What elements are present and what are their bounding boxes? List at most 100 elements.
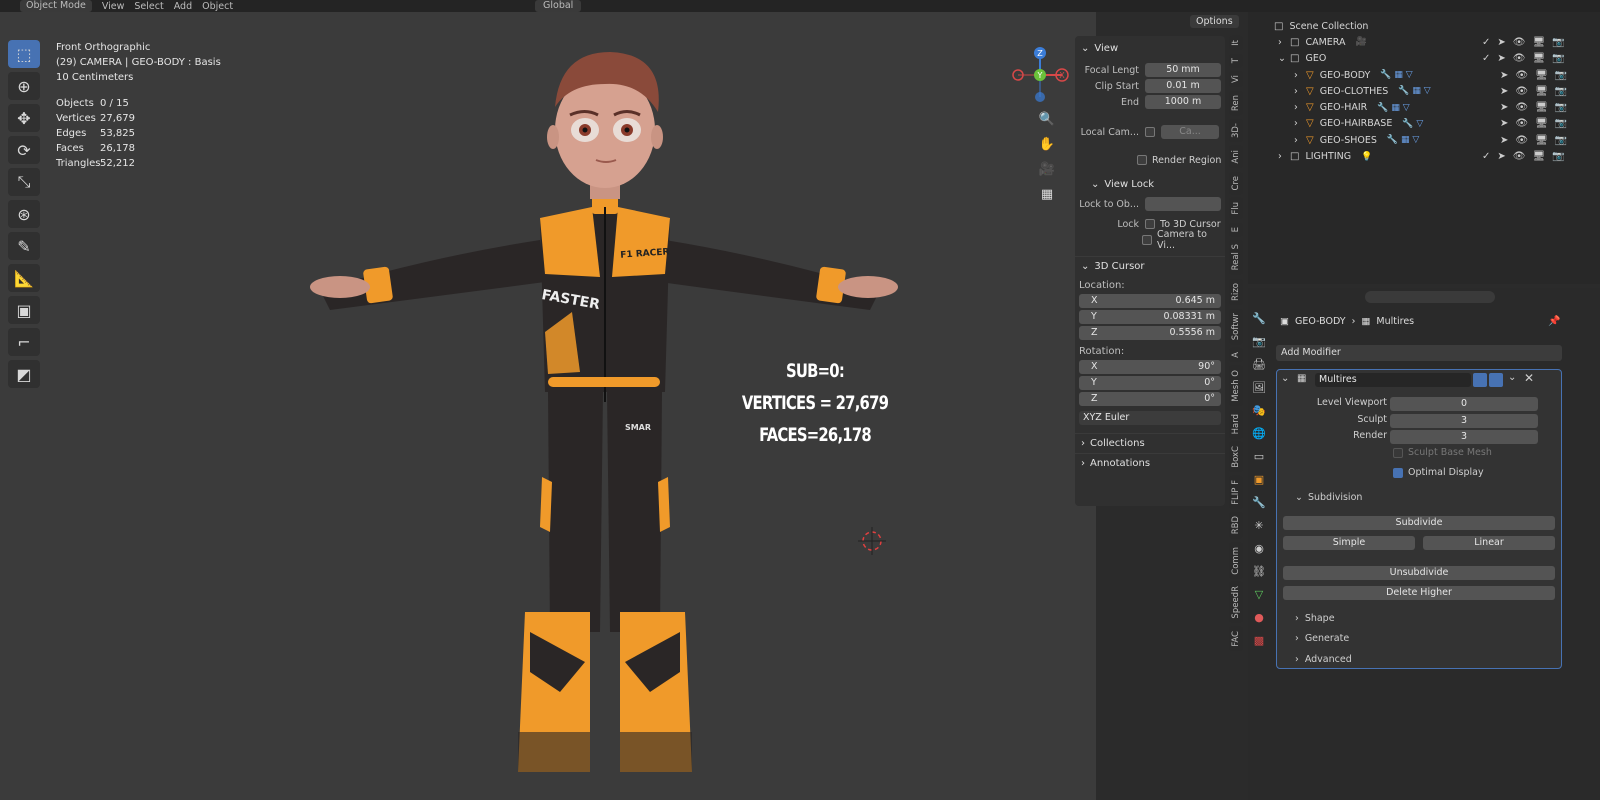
modifier-icons[interactable]: 🔧 ▦ ▽ [1377, 103, 1409, 113]
optimal-display-checkbox[interactable] [1393, 467, 1403, 478]
view-section-header[interactable]: ⌄ View [1075, 38, 1225, 58]
to-3d-cursor-checkbox[interactable] [1145, 219, 1155, 229]
eye-icon[interactable]: 👁 [1513, 151, 1526, 162]
cursor-rotation-y[interactable]: Y 0° [1079, 376, 1221, 390]
sculpt-base-mesh-checkbox[interactable] [1393, 447, 1403, 458]
sculpt-field[interactable]: 3 [1390, 414, 1538, 428]
render-toggle-icon[interactable]: 📷 [1555, 118, 1567, 129]
cursor-rotation-x[interactable]: X 90° [1079, 360, 1221, 374]
subdivide-button[interactable]: Subdivide [1283, 516, 1555, 530]
3d-viewport[interactable]: F1 RACER FASTER SMAR [0, 12, 1096, 800]
select-toggle-icon[interactable]: ➤ [1500, 102, 1508, 113]
constraints-tab-icon[interactable]: ⛓ [1252, 565, 1266, 581]
render-toggle-icon[interactable]: 📷 [1555, 86, 1567, 97]
cursor-location-z[interactable]: Z 0.5556 m [1079, 326, 1221, 340]
scene-tab-icon[interactable]: 🎭 [1252, 404, 1266, 420]
cursor-rotation-z[interactable]: Z 0° [1079, 392, 1221, 406]
object-tab-icon[interactable]: ▣ [1254, 473, 1264, 489]
clip-end-field[interactable]: 1000 m [1145, 95, 1221, 109]
select-box-icon[interactable]: ⬚ [8, 40, 40, 68]
expand-arrow-icon[interactable]: › [1278, 37, 1290, 48]
measure-icon[interactable]: 📐 [8, 264, 40, 292]
pan-hand-icon[interactable]: ✋ [1036, 133, 1058, 155]
cursor-location-y[interactable]: Y 0.08331 m [1079, 310, 1221, 324]
outliner-row[interactable]: › ▽ GEO-HAIRBASE 🔧 ▽ ➤ 👁 🖥 📷 [1248, 116, 1600, 132]
advanced-section-header[interactable]: › Advanced [1295, 654, 1352, 665]
collection-tab-icon[interactable]: ▭ [1254, 450, 1264, 466]
modifier-icons[interactable]: 🎥 [1356, 37, 1367, 47]
add-modifier-button[interactable]: Add Modifier [1276, 345, 1562, 361]
select-toggle-icon[interactable]: ➤ [1500, 86, 1508, 97]
menu-add[interactable]: Add [174, 1, 192, 12]
sidebar-tab[interactable]: Hard [1229, 409, 1243, 438]
modifier-icons[interactable]: 💡 [1361, 152, 1372, 162]
eye-icon[interactable]: 👁 [1515, 135, 1528, 146]
expand-arrow-icon[interactable]: › [1294, 70, 1306, 81]
pin-icon[interactable]: 📌 [1548, 316, 1560, 327]
render-levels-field[interactable]: 3 [1390, 430, 1538, 444]
outliner-label[interactable]: GEO-HAIRBASE [1320, 118, 1393, 129]
eye-icon[interactable]: 👁 [1515, 118, 1528, 129]
chevron-down-icon[interactable]: ⌄ [1281, 373, 1289, 384]
eye-icon[interactable]: 👁 [1515, 86, 1528, 97]
sidebar-tab[interactable]: Flu [1229, 198, 1243, 219]
expand-arrow-icon[interactable]: › [1294, 135, 1306, 146]
outliner-row[interactable]: › □ CAMERA 🎥 ✓ ➤ 👁 🖥 📷 [1248, 34, 1600, 50]
scale-icon[interactable]: ⤡ [8, 168, 40, 196]
outliner-row[interactable]: › ▽ GEO-CLOTHES 🔧 ▦ ▽ ➤ 👁 🖥 📷 [1248, 83, 1600, 99]
menu-object[interactable]: Object [202, 1, 233, 12]
delete-higher-button[interactable]: Delete Higher [1283, 586, 1555, 600]
cursor-tool-icon[interactable]: ⊕ [8, 72, 40, 100]
outliner-label[interactable]: GEO [1305, 53, 1326, 64]
sidebar-tab[interactable]: Mesh O [1229, 365, 1243, 406]
viewport-toggle-icon[interactable]: 🖥 [1535, 70, 1548, 81]
viewport-toggle-icon[interactable]: 🖥 [1532, 53, 1545, 64]
sculpt-base-mesh-option[interactable]: Sculpt Base Mesh [1393, 447, 1492, 458]
outliner-row[interactable]: ⌄ □ GEO ✓ ➤ 👁 🖥 📷 [1248, 51, 1600, 67]
exclude-checkbox-icon[interactable]: ✓ [1482, 53, 1490, 64]
cursor-location-x[interactable]: X 0.645 m [1079, 294, 1221, 308]
particles-tab-icon[interactable]: ✳ [1254, 519, 1263, 535]
zoom-icon[interactable]: 🔍 [1036, 108, 1058, 130]
focal-length-field[interactable]: 50 mm [1145, 63, 1221, 77]
breadcrumb-modifier[interactable]: Multires [1376, 316, 1414, 327]
select-toggle-icon[interactable]: ➤ [1500, 118, 1508, 129]
outliner-label[interactable]: LIGHTING [1305, 151, 1351, 162]
show-render-icon[interactable] [1489, 373, 1503, 387]
menu-view[interactable]: View [102, 1, 125, 12]
shape-section-header[interactable]: › Shape [1295, 613, 1335, 624]
sidebar-tab[interactable]: Real S [1229, 240, 1243, 275]
select-toggle-icon[interactable]: ➤ [1497, 151, 1505, 162]
exclude-checkbox-icon[interactable]: ✓ [1482, 151, 1490, 162]
local-camera-checkbox[interactable] [1145, 127, 1155, 137]
rotation-mode-dropdown[interactable]: XYZ Euler [1079, 411, 1221, 425]
eye-icon[interactable]: 👁 [1513, 37, 1526, 48]
material-tab-icon[interactable]: ● [1254, 611, 1264, 627]
optimal-display-option[interactable]: Optimal Display [1393, 467, 1484, 478]
clip-start-field[interactable]: 0.01 m [1145, 79, 1221, 93]
select-toggle-icon[interactable]: ➤ [1500, 70, 1508, 81]
modifier-icons[interactable]: 🔧 ▽ [1402, 119, 1423, 129]
outliner-row[interactable]: › ▽ GEO-HAIR 🔧 ▦ ▽ ➤ 👁 🖥 📷 [1248, 99, 1600, 115]
sidebar-tab[interactable]: It [1229, 36, 1243, 50]
modifier-icons[interactable]: 🔧 ▦ ▽ [1398, 86, 1430, 96]
move-icon[interactable]: ✥ [8, 104, 40, 132]
camera-view-icon[interactable]: 🎥 [1036, 158, 1058, 180]
outliner-row[interactable]: › ▽ GEO-BODY 🔧 ▦ ▽ ➤ 👁 🖥 📷 [1248, 67, 1600, 83]
annotations-header[interactable]: › Annotations [1075, 453, 1225, 473]
annotate-icon[interactable]: ✎ [8, 232, 40, 260]
close-icon[interactable]: ✕ [1524, 371, 1534, 385]
breadcrumb-object[interactable]: GEO-BODY [1295, 316, 1346, 327]
menu-select[interactable]: Select [134, 1, 163, 12]
3d-cursor-header[interactable]: ⌄ 3D Cursor [1075, 256, 1225, 276]
world-tab-icon[interactable]: 🌐 [1252, 427, 1266, 443]
eye-icon[interactable]: 👁 [1515, 102, 1528, 113]
add-cube-icon[interactable]: ▣ [8, 296, 40, 324]
viewport-toggle-icon[interactable]: 🖥 [1535, 135, 1548, 146]
unsubdivide-button[interactable]: Unsubdivide [1283, 566, 1555, 580]
navigation-gizmo[interactable]: Z X Y [1010, 45, 1070, 105]
select-toggle-icon[interactable]: ➤ [1497, 53, 1505, 64]
outliner-label[interactable]: CAMERA [1305, 37, 1345, 48]
shear-icon[interactable]: ◩ [8, 360, 40, 388]
level-viewport-field[interactable]: 0 [1390, 397, 1538, 411]
